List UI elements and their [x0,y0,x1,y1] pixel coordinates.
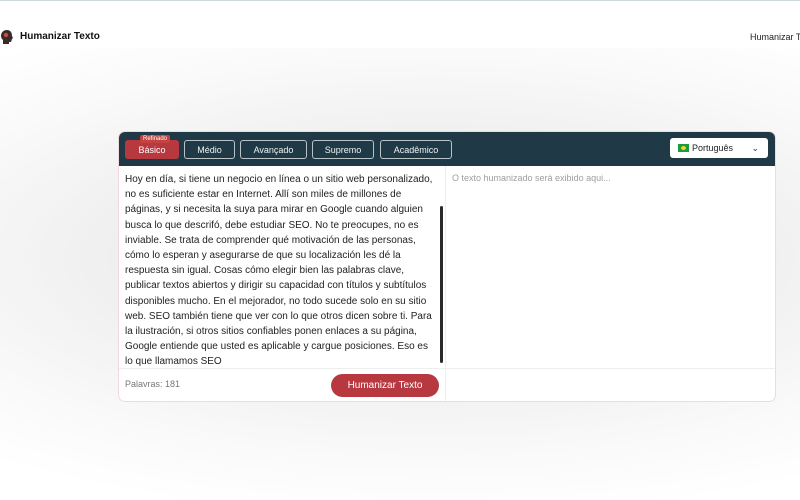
language-label: Português [692,143,734,153]
mode-academico-button[interactable]: Acadêmico [380,140,452,159]
input-scrollbar[interactable] [440,206,443,363]
humanize-button[interactable]: Humanizar Texto [331,374,439,397]
input-pane: Hoy en día, si tiene un negocio en línea… [119,166,446,401]
output-placeholder[interactable]: O texto humanizado será exibido aqui... [452,173,611,183]
mode-label: Acadêmico [393,145,439,155]
mode-label: Supremo [324,145,362,155]
mode-supremo-button[interactable]: Supremo [312,140,374,159]
language-select[interactable]: Português ⌄ [670,138,768,158]
mode-label: Médio [197,145,222,155]
mode-medio-button[interactable]: Médio [184,140,235,159]
mode-toolbar: Básico Refinado Médio Avançado Supremo A… [119,132,775,166]
humanizer-card: Básico Refinado Médio Avançado Supremo A… [119,132,775,401]
refinado-badge: Refinado [140,135,171,143]
site-header: Humanizar Texto Humanizar Texto [0,1,800,48]
mode-avancado-button[interactable]: Avançado [240,140,307,159]
mode-label: Avançado [253,145,294,155]
footer-divider [119,368,775,369]
mode-label: Básico [138,145,166,155]
brand-name[interactable]: Humanizar Texto [20,31,100,42]
nav-link-humanizar[interactable]: Humanizar Texto [750,32,800,42]
input-textarea[interactable]: Hoy en día, si tiene un negocio en línea… [125,172,433,368]
word-count: Palavras: 181 [125,379,181,389]
brazil-flag-icon [678,144,689,152]
output-pane: O texto humanizado será exibido aqui... [446,166,775,334]
chevron-down-icon: ⌄ [751,143,759,153]
logo-head-icon [1,30,13,44]
